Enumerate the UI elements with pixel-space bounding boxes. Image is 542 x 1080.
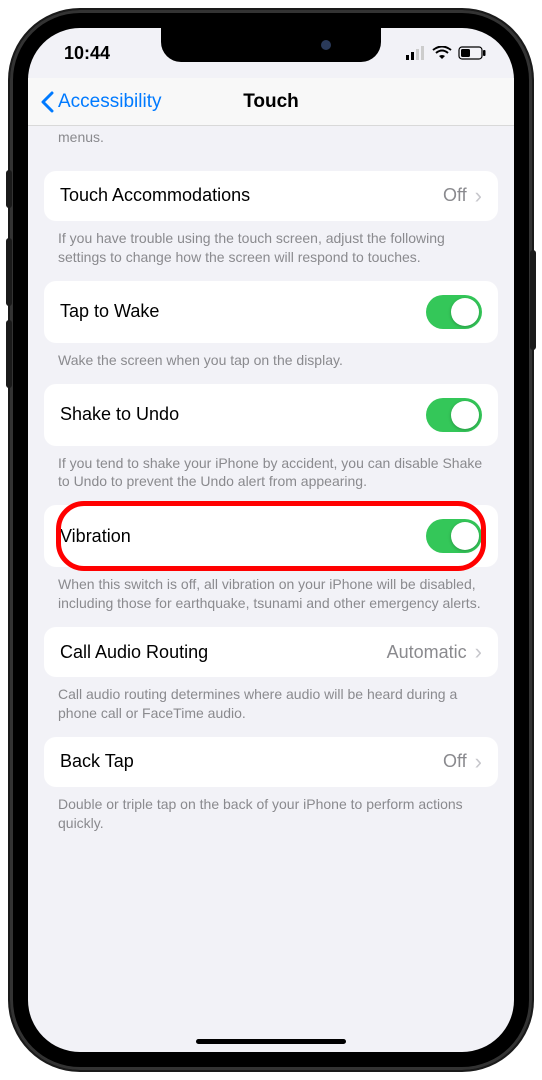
partial-footer-top: menus.: [28, 126, 514, 157]
screen: 10:44 Accessibility Touch: [28, 28, 514, 1052]
vibration-cell: Vibration: [44, 505, 498, 567]
call-audio-routing-footer: Call audio routing determines where audi…: [28, 677, 514, 723]
shake-to-undo-footer: If you tend to shake your iPhone by acci…: [28, 446, 514, 492]
cell-label: Touch Accommodations: [60, 185, 443, 206]
cell-label: Shake to Undo: [60, 404, 426, 425]
cell-value: Off: [443, 185, 467, 206]
call-audio-routing-cell[interactable]: Call Audio Routing Automatic ›: [44, 627, 498, 677]
chevron-left-icon: [40, 91, 54, 113]
touch-accommodations-footer: If you have trouble using the touch scre…: [28, 221, 514, 267]
settings-content[interactable]: menus. Touch Accommodations Off › If you…: [28, 126, 514, 1034]
status-time: 10:44: [64, 43, 110, 64]
battery-icon: [458, 46, 486, 60]
cellular-signal-icon: [406, 46, 426, 60]
back-button[interactable]: Accessibility: [40, 91, 161, 113]
call-audio-routing-group: Call Audio Routing Automatic › Call audi…: [28, 627, 514, 723]
cell-label: Tap to Wake: [60, 301, 426, 322]
tap-to-wake-group: Tap to Wake Wake the screen when you tap…: [28, 281, 514, 370]
vibration-group: Vibration When this switch is off, all v…: [28, 505, 514, 613]
chevron-right-icon: ›: [475, 185, 482, 207]
shake-to-undo-group: Shake to Undo If you tend to shake your …: [28, 384, 514, 492]
back-tap-footer: Double or triple tap on the back of your…: [28, 787, 514, 833]
tap-to-wake-cell: Tap to Wake: [44, 281, 498, 343]
volume-down-button: [6, 320, 12, 388]
tap-to-wake-toggle[interactable]: [426, 295, 482, 329]
phone-frame: 10:44 Accessibility Touch: [10, 10, 532, 1070]
cell-label: Back Tap: [60, 751, 443, 772]
touch-accommodations-cell[interactable]: Touch Accommodations Off ›: [44, 171, 498, 221]
power-button: [530, 250, 536, 350]
tap-to-wake-footer: Wake the screen when you tap on the disp…: [28, 343, 514, 370]
page-title: Touch: [243, 91, 299, 113]
cell-label: Call Audio Routing: [60, 642, 387, 663]
shake-to-undo-cell: Shake to Undo: [44, 384, 498, 446]
chevron-right-icon: ›: [475, 751, 482, 773]
back-tap-cell[interactable]: Back Tap Off ›: [44, 737, 498, 787]
touch-accommodations-group: Touch Accommodations Off › If you have t…: [28, 171, 514, 267]
volume-up-button: [6, 238, 12, 306]
back-label: Accessibility: [58, 91, 161, 113]
cell-label: Vibration: [60, 526, 426, 547]
notch: [161, 28, 381, 62]
home-indicator[interactable]: [196, 1039, 346, 1044]
back-tap-group: Back Tap Off › Double or triple tap on t…: [28, 737, 514, 833]
vibration-toggle[interactable]: [426, 519, 482, 553]
shake-to-undo-toggle[interactable]: [426, 398, 482, 432]
cell-value: Off: [443, 751, 467, 772]
nav-bar: Accessibility Touch: [28, 78, 514, 126]
chevron-right-icon: ›: [475, 641, 482, 663]
cell-value: Automatic: [387, 642, 467, 663]
wifi-icon: [432, 46, 452, 60]
vibration-footer: When this switch is off, all vibration o…: [28, 567, 514, 613]
mute-switch: [6, 170, 12, 208]
